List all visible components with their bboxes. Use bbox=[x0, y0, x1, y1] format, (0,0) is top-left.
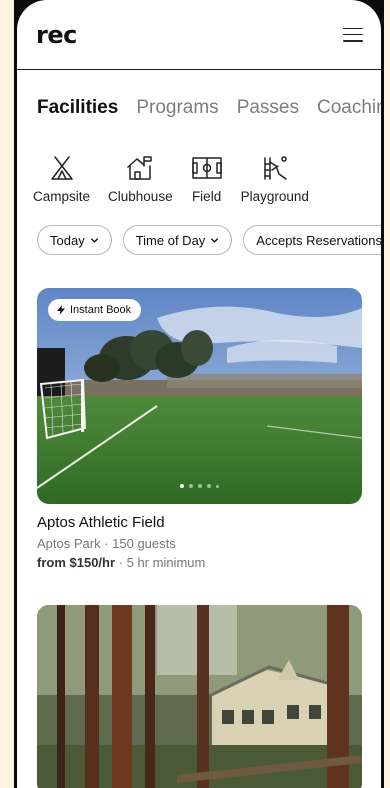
hamburger-menu-icon[interactable] bbox=[343, 27, 363, 42]
field-icon bbox=[191, 153, 223, 183]
listing-title[interactable]: Aptos Athletic Field bbox=[37, 514, 362, 531]
filter-today[interactable]: Today bbox=[37, 225, 112, 255]
pagination-dot[interactable] bbox=[207, 484, 211, 488]
clubhouse-photo bbox=[37, 605, 362, 788]
pagination-dot[interactable] bbox=[180, 484, 184, 488]
listing-card[interactable]: Instant Book Aptos Athletic Field Aptos … bbox=[37, 288, 362, 570]
instant-book-badge: Instant Book bbox=[48, 299, 142, 321]
image-pagination[interactable] bbox=[37, 484, 362, 488]
tab-programs[interactable]: Programs bbox=[136, 97, 218, 119]
rec-logo[interactable]: rec bbox=[36, 21, 77, 49]
chevron-down-icon bbox=[211, 237, 219, 243]
category-label: Field bbox=[191, 189, 222, 204]
chevron-down-icon bbox=[90, 237, 98, 243]
filter-time-of-day[interactable]: Time of Day bbox=[122, 225, 233, 255]
badge-label: Instant Book bbox=[70, 304, 132, 316]
filter-label: Accepts Reservations bbox=[256, 232, 381, 248]
category-clubhouse[interactable]: Clubhouse bbox=[108, 153, 173, 204]
tent-icon bbox=[48, 153, 76, 183]
category-label: Playground bbox=[240, 189, 309, 204]
tab-passes[interactable]: Passes bbox=[237, 97, 299, 119]
lightning-icon bbox=[57, 305, 65, 315]
pagination-dot[interactable] bbox=[198, 484, 202, 488]
pagination-dot[interactable] bbox=[189, 484, 193, 488]
app-header: rec bbox=[17, 0, 381, 70]
category-playground[interactable]: Playground bbox=[241, 153, 309, 204]
category-tabs: Facilities Programs Passes Coaching bbox=[37, 97, 381, 119]
screen: rec Facilities Programs Passes Coaching bbox=[17, 0, 381, 788]
listing-photo[interactable] bbox=[37, 605, 362, 788]
clubhouse-icon bbox=[125, 153, 155, 183]
price-minimum: · 5 hr minimum bbox=[115, 555, 206, 570]
filter-label: Today bbox=[50, 232, 85, 248]
pagination-dot[interactable] bbox=[216, 484, 219, 488]
filter-label: Time of Day bbox=[135, 232, 206, 248]
filter-accepts-reservations[interactable]: Accepts Reservations bbox=[243, 225, 381, 255]
phone-frame: rec Facilities Programs Passes Coaching bbox=[14, 0, 384, 788]
filter-row: Today Time of Day Accepts Reservations bbox=[37, 225, 381, 255]
category-label: Clubhouse bbox=[108, 189, 173, 204]
playground-icon bbox=[260, 153, 290, 183]
listing-price: from $150/hr · 5 hr minimum bbox=[37, 555, 362, 570]
category-label: Campsite bbox=[33, 189, 91, 204]
listing-card[interactable] bbox=[37, 605, 362, 788]
category-field[interactable]: Field bbox=[191, 153, 223, 204]
listing-photo[interactable]: Instant Book bbox=[37, 288, 362, 504]
price-amount: from $150/hr bbox=[37, 555, 116, 570]
tab-facilities[interactable]: Facilities bbox=[37, 97, 118, 119]
tab-coaching[interactable]: Coaching bbox=[317, 97, 381, 119]
facility-type-row: Campsite Clubhouse Field Playground bbox=[33, 153, 327, 204]
listing-subtitle: Aptos Park · 150 guests bbox=[37, 536, 176, 551]
category-campsite[interactable]: Campsite bbox=[33, 153, 90, 204]
